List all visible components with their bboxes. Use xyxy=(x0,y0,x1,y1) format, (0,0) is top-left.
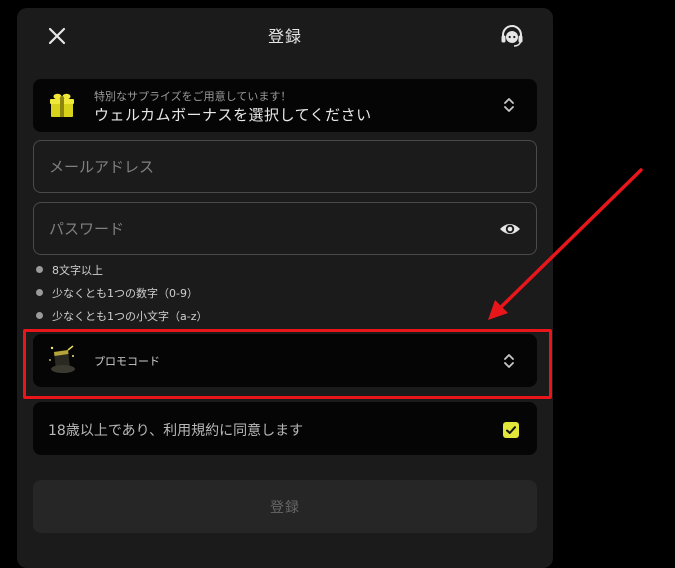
modal-title: 登録 xyxy=(267,27,302,46)
registration-modal: 登録 特別なサプライズをご用意しています！ ウェルカムボーナスを選択してください xyxy=(17,8,553,568)
headset-icon xyxy=(501,25,523,47)
register-button-label: 登録 xyxy=(270,500,300,516)
bullet-icon xyxy=(36,289,43,296)
email-field[interactable]: メールアドレス xyxy=(33,140,537,193)
modal-header: 登録 xyxy=(17,8,553,64)
bonus-subtitle: 特別なサプライズをご用意しています！ xyxy=(94,90,292,103)
check-icon xyxy=(506,426,516,434)
rule-text: 少なくとも1つの数字（0-9） xyxy=(52,287,198,300)
rule-text: 8文字以上 xyxy=(52,264,103,277)
bullet-icon xyxy=(36,266,43,273)
support-button[interactable] xyxy=(498,22,526,50)
chevron-up-down-icon xyxy=(504,98,514,112)
password-field[interactable]: パスワード xyxy=(33,202,537,255)
show-password-button[interactable] xyxy=(498,217,522,241)
agreement-text: 18歳以上であり、利用規約に同意します xyxy=(48,423,304,439)
promo-code-row[interactable]: プロモコード xyxy=(33,334,537,387)
age-terms-agreement: 18歳以上であり、利用規約に同意します xyxy=(33,402,537,455)
bullet-icon xyxy=(36,312,43,319)
register-button[interactable]: 登録 xyxy=(33,480,537,533)
welcome-bonus-select[interactable]: 特別なサプライズをご用意しています！ ウェルカムボーナスを選択してください xyxy=(33,79,537,132)
eye-icon xyxy=(500,224,520,234)
bonus-label: ウェルカムボーナスを選択してください xyxy=(94,106,372,124)
agreement-checkbox[interactable] xyxy=(503,422,519,438)
email-placeholder: メールアドレス xyxy=(49,158,155,176)
promo-code-label: プロモコード xyxy=(94,355,160,368)
gift-icon xyxy=(50,93,74,117)
magic-hat-icon xyxy=(49,345,75,373)
rule-text: 少なくとも1つの小文字（a-z） xyxy=(52,310,208,323)
chevron-up-down-icon xyxy=(504,354,514,368)
password-placeholder: パスワード xyxy=(49,220,125,238)
